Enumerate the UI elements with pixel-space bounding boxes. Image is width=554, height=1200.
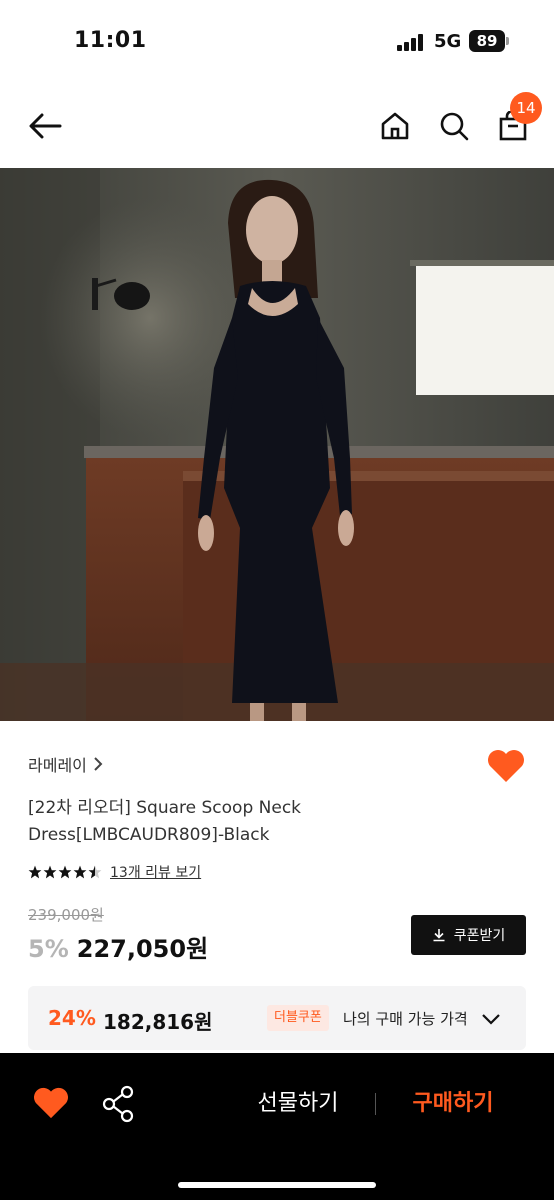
chevron-down-icon[interactable] [480,1008,502,1030]
product-title: [22차 리오더] Square Scoop Neck Dress[LMBCAU… [28,798,302,845]
coupon-button-label: 쿠폰받기 [453,928,506,944]
back-button[interactable] [22,104,68,148]
heart-icon [34,1087,68,1119]
home-indicator [178,1182,376,1188]
wishlist-button[interactable] [486,748,526,788]
sale-price: 227,050원 [76,935,209,963]
brand-link[interactable]: 라메레이 [28,752,103,776]
top-nav: 14 [0,84,554,168]
home-button[interactable] [372,104,418,148]
final-price: 182,816원 [103,1010,213,1034]
share-icon [102,1085,134,1123]
share-button[interactable] [100,1084,138,1124]
star-icon [28,865,42,879]
bottom-action-bar: 선물하기 구매하기 [0,1053,554,1200]
final-price-panel[interactable]: 24% 182,816원 더블쿠폰 나의 구매 가능 가격 [28,986,526,1050]
battery-nub [506,37,509,45]
original-price: 239,000원 [28,906,104,924]
star-icon [73,865,87,879]
coupon-button[interactable]: 쿠폰받기 [411,915,526,955]
star-icon [43,865,57,879]
gift-button[interactable]: 선물하기 [220,1087,376,1121]
status-time: 11:01 [74,28,147,53]
brand-name: 라메레이 [28,756,87,775]
cart-count-badge: 14 [510,92,542,124]
price-row: 5% 227,050원 [28,929,208,964]
product-image[interactable] [0,168,554,721]
star-icon [58,865,72,879]
final-discount-rate: 24% [48,1006,96,1030]
network-label: 5G [434,31,462,52]
status-bar: 11:01 5G 89 [0,0,554,84]
arrow-left-icon [29,113,62,139]
bottom-wishlist-button[interactable] [32,1086,70,1122]
review-link[interactable]: 13개 리뷰 보기 [110,862,201,882]
heart-icon [488,750,524,782]
half-star-icon [88,865,102,879]
star-rating [28,865,102,879]
final-price-label: 나의 구매 가능 가격 [343,1010,468,1028]
discount-rate: 5% [28,935,69,963]
double-coupon-badge: 더블쿠폰 [267,1005,329,1031]
divider [375,1093,376,1115]
product-photo [0,168,554,721]
rating-row: 13개 리뷰 보기 [28,862,201,882]
search-icon [440,112,469,141]
chevron-right-icon [94,757,103,771]
signal-icon [397,33,425,51]
download-icon [433,929,445,942]
search-button[interactable] [431,104,477,148]
battery-icon: 89 [469,30,505,52]
buy-button[interactable]: 구매하기 [384,1087,522,1121]
home-icon [381,112,409,140]
